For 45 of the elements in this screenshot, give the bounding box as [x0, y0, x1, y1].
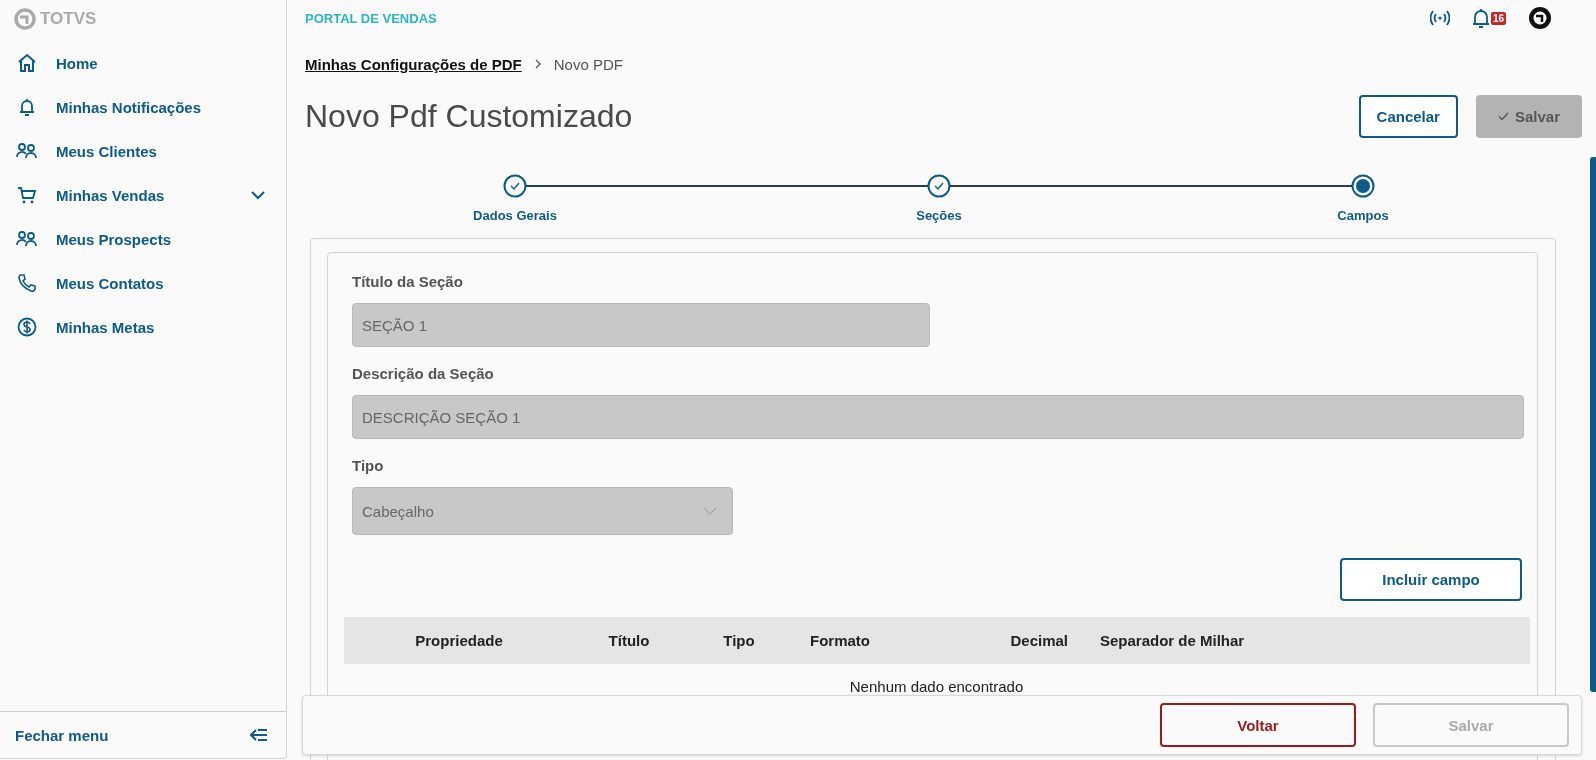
- user-avatar-icon[interactable]: [1528, 6, 1552, 30]
- chevron-down-icon: [702, 506, 718, 516]
- menu-item[interactable]: Meus Prospects: [0, 217, 286, 261]
- menu-item[interactable]: Minhas Notificações: [0, 85, 286, 129]
- check-icon: [1497, 111, 1509, 121]
- menu-item[interactable]: Home: [0, 41, 286, 85]
- notification-bell-icon[interactable]: [1471, 7, 1490, 29]
- back-button[interactable]: Voltar: [1160, 703, 1356, 747]
- portal-title: PORTAL DE VENDAS: [305, 10, 437, 26]
- logo-text: TOTVS: [40, 9, 97, 29]
- dollar-icon: [16, 317, 38, 337]
- menu-item[interactable]: Meus Contatos: [0, 261, 286, 305]
- cart-icon: [16, 185, 38, 205]
- step-label[interactable]: Campos: [1337, 208, 1389, 223]
- column-header: Tipo: [722, 632, 756, 649]
- add-field-button[interactable]: Incluir campo: [1340, 558, 1522, 601]
- cancel-button[interactable]: Cancelar: [1358, 94, 1458, 138]
- column-header: Título: [607, 632, 651, 649]
- breadcrumb-link[interactable]: Minhas Configurações de PDF: [305, 55, 522, 73]
- page-title: Novo Pdf Customizado: [305, 97, 633, 135]
- menu-item[interactable]: Minhas Metas: [0, 305, 286, 349]
- step-label[interactable]: Dados Gerais: [473, 208, 557, 223]
- collapse-menu-icon: [250, 728, 268, 742]
- column-header: Decimal: [1009, 632, 1069, 649]
- signal-icon[interactable]: [1429, 9, 1450, 27]
- column-header: Separador de Milhar: [1099, 632, 1246, 649]
- empty-table-message: Nenhum dado encontrado: [848, 678, 1025, 695]
- people-icon: [16, 141, 38, 161]
- breadcrumb-separator-icon: [533, 59, 542, 69]
- field-label: Tipo: [352, 457, 385, 474]
- logo-icon: [14, 8, 36, 30]
- people-icon: [16, 229, 38, 249]
- close-menu-button[interactable]: Fechar menu: [0, 711, 286, 758]
- step-label[interactable]: Seções: [916, 208, 962, 223]
- home-icon: [16, 53, 38, 73]
- field-label: Descrição da Seção: [352, 365, 495, 382]
- column-header: Formato: [809, 632, 871, 649]
- notification-count: 16: [1490, 11, 1506, 25]
- scrollbar[interactable]: [1590, 157, 1596, 692]
- field-label: Título da Seção: [352, 273, 464, 290]
- column-header: Propriedade: [414, 632, 504, 649]
- menu-item[interactable]: Minhas Vendas: [0, 173, 286, 217]
- menu-item[interactable]: Meus Clientes: [0, 129, 286, 173]
- phone-icon: [16, 273, 38, 293]
- breadcrumb-current: Novo PDF: [553, 55, 623, 73]
